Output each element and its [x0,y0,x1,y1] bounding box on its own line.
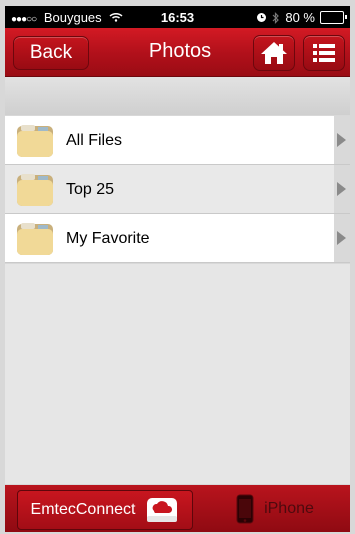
folder-row-top-25[interactable]: Top 25 [5,165,350,214]
tab-bar: EmtecConnect iPhone [5,485,350,532]
home-icon [261,42,287,64]
folder-list: All Files Top 25 My Favorite [5,116,350,263]
battery-percent: 80 % [285,10,315,25]
tab-emtecconnect[interactable]: EmtecConnect [17,490,193,530]
iphone-icon [236,494,254,524]
cloud-drive-icon [147,498,178,522]
tab-label: iPhone [264,500,314,517]
list-menu-icon [313,44,335,62]
status-bar: ●●●○○ Bouygues 16:53 80 % [5,6,350,28]
home-button[interactable] [253,35,295,71]
menu-button[interactable] [303,35,345,71]
battery-icon [320,11,347,24]
folder-label: My Favorite [66,230,150,247]
chevron-right-icon [337,182,346,196]
nav-bar: Back Photos [5,28,350,77]
chevron-right-icon [337,231,346,245]
folder-row-all-files[interactable]: All Files [5,116,350,165]
bluetooth-icon [272,11,280,24]
folder-icon [17,223,53,255]
folder-label: Top 25 [66,181,115,198]
tab-iphone[interactable]: iPhone [205,490,345,528]
folder-icon [17,125,53,157]
tab-label: EmtecConnect [30,501,136,518]
disclosure-area [334,116,350,164]
empty-content-area [5,264,350,484]
status-right: 80 % [256,10,347,25]
folder-label: All Files [66,132,123,149]
alarm-icon [257,13,267,22]
chevron-right-icon [337,133,346,147]
folder-row-my-favorite[interactable]: My Favorite [5,214,350,263]
disclosure-area [334,165,350,213]
page-title: Photos [148,40,212,62]
disclosure-area [334,214,350,262]
back-button[interactable]: Back [13,36,89,70]
sub-toolbar [5,77,350,115]
folder-icon [17,174,53,206]
